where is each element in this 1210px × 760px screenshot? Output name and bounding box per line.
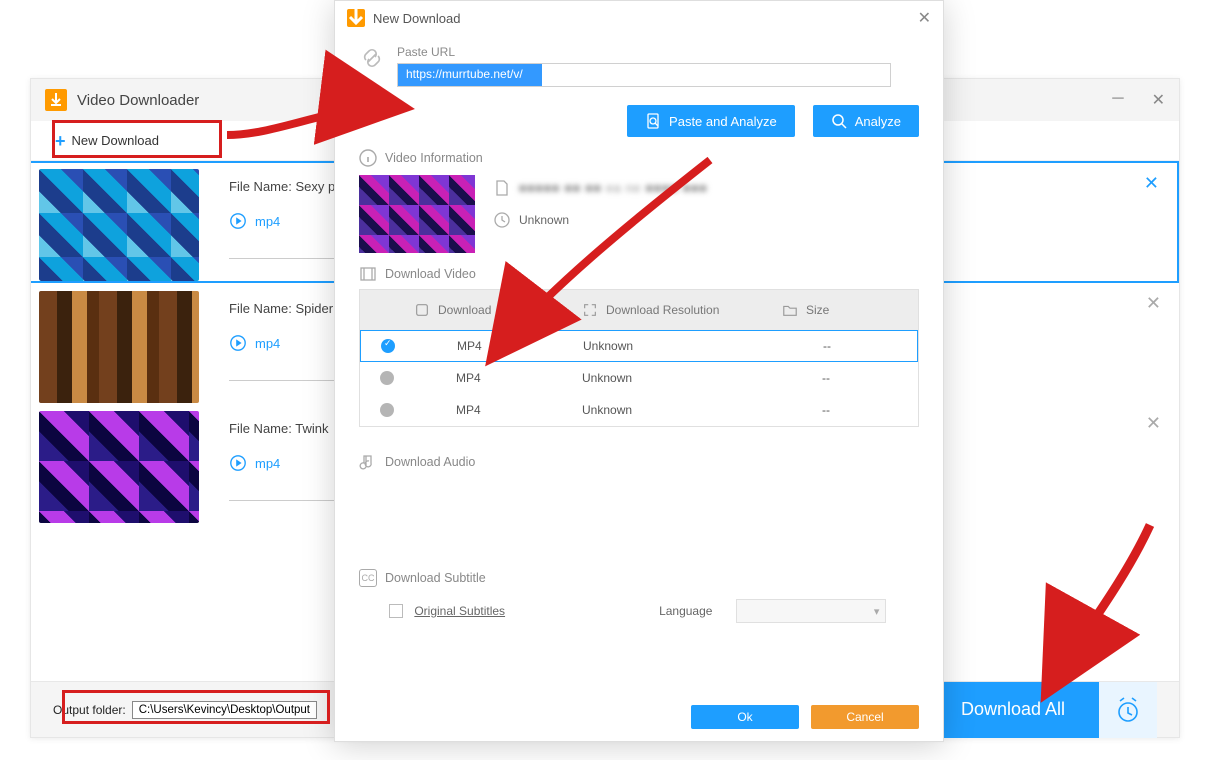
formats-head: Download xx mat Download Resolution Size	[360, 290, 918, 330]
new-download-button[interactable]: + New Download	[55, 132, 159, 150]
window-controls: ─ ✕	[1112, 90, 1165, 110]
format-value: MP4	[414, 371, 582, 385]
row-close-button[interactable]: ✕	[1146, 413, 1161, 434]
format-row[interactable]: MP4 Unknown --	[360, 394, 918, 426]
dialog-footer: Ok Cancel	[335, 705, 943, 741]
link-icon	[359, 45, 385, 76]
cancel-button[interactable]: Cancel	[811, 705, 919, 729]
format-label: mp4	[255, 336, 280, 351]
radio-icon[interactable]	[380, 371, 394, 385]
row-close-button[interactable]: ✕	[1144, 173, 1159, 194]
clipboard-search-icon	[645, 113, 661, 129]
document-icon	[493, 179, 511, 197]
paste-url-label: Paste URL	[397, 45, 919, 59]
col-format-b: mat	[533, 303, 553, 317]
video-duration: Unknown	[519, 213, 569, 227]
plus-icon: +	[55, 132, 66, 150]
col-size: Size	[806, 303, 829, 317]
original-subtitles-label: Original Subtitles	[414, 604, 505, 618]
language-label: Language	[659, 604, 712, 618]
folder-icon	[782, 302, 798, 318]
file-name-label: File Name:	[229, 421, 292, 436]
format-value: MP4	[415, 339, 583, 353]
file-name-label: File Name:	[229, 179, 292, 194]
file-name: Spider	[295, 301, 333, 316]
resolution-value: Unknown	[582, 371, 782, 385]
play-icon	[229, 454, 247, 472]
file-name-label: File Name:	[229, 301, 292, 316]
dialog-body: Paste URL Paste and Analyze Analyze	[335, 35, 943, 705]
app-title: Video Downloader	[77, 92, 199, 109]
alarm-clock-icon	[1114, 696, 1142, 724]
format-label: mp4	[255, 214, 280, 229]
radio-selected-icon[interactable]	[381, 339, 395, 353]
new-download-label: New Download	[72, 133, 159, 148]
film-icon	[359, 265, 377, 283]
video-title-blurred: ■■■■■ ■■ ■■ ea ne ■■■■ ■■■	[519, 181, 708, 195]
format-value: MP4	[414, 403, 582, 417]
video-info-thumbnail	[359, 175, 475, 253]
search-icon	[831, 113, 847, 129]
expand-icon	[582, 302, 598, 318]
dialog-close-button[interactable]: ✕	[918, 8, 931, 28]
download-video-heading: Download Video	[359, 265, 919, 283]
url-input-field[interactable]	[404, 66, 884, 82]
file-name: Sexy p	[295, 179, 335, 194]
dialog-title: New Download	[373, 11, 460, 26]
video-thumbnail	[39, 411, 199, 523]
schedule-button[interactable]	[1099, 682, 1157, 738]
output-folder-label: Output folder:	[53, 703, 126, 717]
new-download-dialog: New Download ✕ Paste URL Paste and Analy…	[334, 0, 944, 742]
format-row[interactable]: MP4 Unknown --	[360, 362, 918, 394]
paste-and-analyze-button[interactable]: Paste and Analyze	[627, 105, 795, 137]
file-name: Twink	[295, 421, 328, 436]
download-all-button[interactable]: Download All	[927, 682, 1099, 738]
analyze-button[interactable]: Analyze	[813, 105, 919, 137]
output-folder-path[interactable]: C:\Users\Kevincy\Desktop\Output	[132, 701, 317, 719]
music-note-icon	[359, 453, 377, 471]
url-input[interactable]	[397, 63, 891, 87]
radio-icon[interactable]	[380, 403, 394, 417]
format-icon	[414, 302, 430, 318]
col-resolution: Download Resolution	[606, 303, 719, 317]
dialog-logo-icon	[347, 9, 365, 27]
resolution-value: Unknown	[582, 403, 782, 417]
resolution-value: Unknown	[583, 339, 783, 353]
subtitle-box: Original Subtitles Language	[359, 599, 919, 623]
dialog-titlebar: New Download ✕	[335, 1, 943, 35]
formats-table: Download xx mat Download Resolution Size…	[359, 289, 919, 427]
size-value: --	[782, 371, 918, 385]
video-info-heading: Video Information	[359, 149, 919, 167]
format-label: mp4	[255, 456, 280, 471]
size-value: --	[782, 403, 918, 417]
language-select[interactable]	[736, 599, 886, 623]
col-format-a: Download	[438, 303, 491, 317]
format-row[interactable]: MP4 Unknown --	[360, 330, 918, 362]
close-button[interactable]: ✕	[1152, 90, 1165, 110]
minimize-button[interactable]: ─	[1112, 90, 1123, 110]
app-logo-icon	[45, 89, 67, 111]
size-value: --	[783, 339, 917, 353]
play-icon	[229, 334, 247, 352]
cc-icon: CC	[359, 569, 377, 587]
download-all-label: Download All	[961, 699, 1065, 720]
original-subtitles-checkbox[interactable]	[389, 604, 403, 618]
info-icon	[359, 149, 377, 167]
download-audio-heading: Download Audio	[359, 453, 919, 471]
download-subtitle-heading: CC Download Subtitle	[359, 569, 919, 587]
video-thumbnail	[39, 291, 199, 403]
play-icon	[229, 212, 247, 230]
video-info-box: ■■■■■ ■■ ■■ ea ne ■■■■ ■■■ Unknown	[359, 175, 919, 253]
clock-icon	[493, 211, 511, 229]
ok-button[interactable]: Ok	[691, 705, 799, 729]
paste-url-row: Paste URL Paste and Analyze Analyze	[359, 45, 919, 137]
video-thumbnail	[39, 169, 199, 281]
row-close-button[interactable]: ✕	[1146, 293, 1161, 314]
